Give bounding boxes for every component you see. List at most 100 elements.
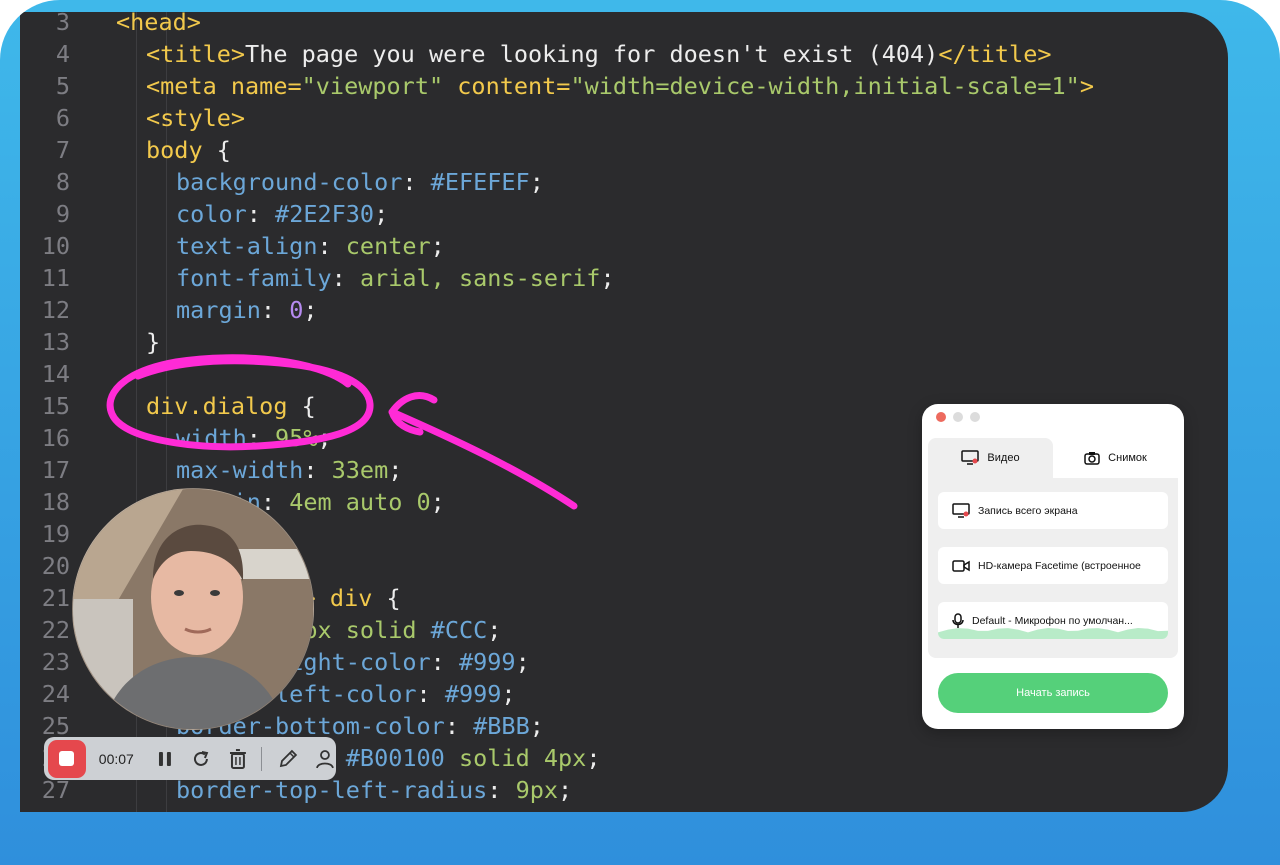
pause-icon[interactable] [154, 748, 176, 770]
code-token: content= [443, 72, 571, 100]
code-token: : [402, 168, 431, 196]
line-number: 13 [41, 328, 70, 356]
code-token: margin [176, 296, 261, 324]
code-token: ; [586, 744, 601, 772]
screen-source-select[interactable]: Запись всего экрана [938, 492, 1168, 529]
pen-icon[interactable] [277, 748, 299, 770]
toolbar-divider [261, 746, 263, 771]
code-token: 4em auto 0 [289, 488, 431, 516]
window-close-button[interactable] [936, 412, 946, 422]
line-number: 3 [55, 12, 70, 36]
code-token: name= [230, 72, 302, 100]
code-token: #B00100 [345, 744, 445, 772]
code-token: > [1079, 72, 1094, 100]
line-number: 7 [55, 136, 70, 164]
line-number: 19 [41, 520, 70, 548]
code-token: #999 [458, 648, 516, 676]
tab-screenshot[interactable]: Снимок [1053, 438, 1178, 478]
code-text: div.dialog { [146, 390, 316, 422]
code-token: 33em [331, 456, 389, 484]
code-token: #BBB [473, 712, 530, 740]
code-text: body { [146, 134, 231, 166]
line-number: 24 [41, 680, 70, 708]
line-number: 22 [41, 616, 70, 644]
restart-icon[interactable] [190, 748, 212, 770]
webcam-bubble[interactable] [72, 488, 314, 730]
code-token: : [317, 232, 346, 260]
code-token: : [331, 264, 360, 292]
tab-video[interactable]: Видео [928, 438, 1053, 478]
line-number: 20 [41, 552, 70, 580]
code-token: <head> [116, 12, 201, 36]
code-token: 95% [275, 424, 318, 452]
code-text: <title>The page you were looking for doe… [146, 38, 1052, 70]
code-token: 0 [289, 296, 304, 324]
line-number: 6 [55, 104, 70, 132]
window-zoom-button[interactable] [970, 412, 980, 422]
line-number: 10 [41, 232, 70, 260]
code-token: <title> [146, 40, 246, 68]
trash-icon[interactable] [227, 748, 249, 770]
code-text: <head> [116, 12, 201, 38]
window-minimize-button[interactable] [953, 412, 963, 422]
screen-source-label: Запись всего экрана [978, 504, 1078, 517]
microphone-level-wave [938, 628, 1168, 639]
code-token: : [246, 200, 276, 228]
code-token: ; [430, 488, 445, 516]
code-text: } [146, 326, 160, 358]
code-token: <style> [146, 104, 246, 132]
code-token: border-top-left-radius [176, 776, 488, 804]
code-token: : [430, 648, 459, 676]
code-token: solid 4px [444, 744, 587, 772]
stop-icon [59, 751, 75, 766]
code-text: color: #2E2F30; [176, 198, 388, 230]
code-token: : [303, 456, 332, 484]
code-text: <meta name="viewport" content="width=dev… [146, 70, 1094, 102]
start-recording-button[interactable]: Начать запись [938, 673, 1168, 713]
camera-icon [1084, 452, 1100, 465]
tab-video-label: Видео [987, 452, 1020, 464]
line-number: 4 [55, 40, 70, 68]
recording-toolbar: 00:07 [44, 737, 336, 780]
camera-source-label: HD-камера Facetime (встроенное [978, 559, 1141, 572]
code-token: 9px [515, 776, 559, 804]
code-token: <meta [146, 72, 231, 100]
code-token: background-color [176, 168, 403, 196]
code-token: max-width [176, 456, 304, 484]
line-number: 28 [20, 806, 70, 812]
code-token: The page you were looking for doesn't ex… [245, 40, 939, 68]
code-token: ; [572, 808, 586, 812]
microphone-source-select[interactable]: Default - Микрофон по умолчан... [938, 602, 1168, 639]
microphone-icon [952, 612, 964, 628]
code-text: background-color: #EFEFEF; [176, 166, 544, 198]
code-token: #CCC [430, 616, 488, 644]
code-token: </title> [938, 40, 1052, 68]
microphone-source-label: Default - Микрофон по умолчан... [972, 614, 1133, 627]
code-token: #EFEFEF [430, 168, 530, 196]
code-token: ; [600, 264, 615, 292]
user-icon[interactable] [314, 748, 336, 770]
line-number: 12 [41, 296, 70, 324]
code-token: ; [487, 616, 502, 644]
code-text: margin: 0; [176, 294, 318, 326]
line-number: 14 [41, 360, 70, 388]
code-token: ; [529, 168, 544, 196]
code-token: } [146, 328, 161, 356]
line-number: 11 [41, 264, 70, 292]
webcam-person-image [73, 489, 313, 729]
code-token: border-top-right-radius [176, 808, 501, 812]
code-text: <style> [146, 102, 245, 134]
code-token: : [246, 424, 276, 452]
code-token: ; [317, 424, 332, 452]
recorder-tabs: Видео Снимок [928, 438, 1178, 478]
stop-recording-button[interactable] [48, 739, 86, 778]
code-token: width [176, 424, 247, 452]
line-number: 21 [41, 584, 70, 612]
code-token: : [444, 712, 474, 740]
monitor-icon [961, 450, 980, 465]
camera-source-select[interactable]: HD-камера Facetime (встроенное [938, 547, 1168, 584]
code-text: font-family: arial, sans-serif; [176, 262, 615, 294]
code-token: 9px [530, 808, 572, 812]
code-token: color [176, 200, 247, 228]
code-token: ; [303, 296, 318, 324]
